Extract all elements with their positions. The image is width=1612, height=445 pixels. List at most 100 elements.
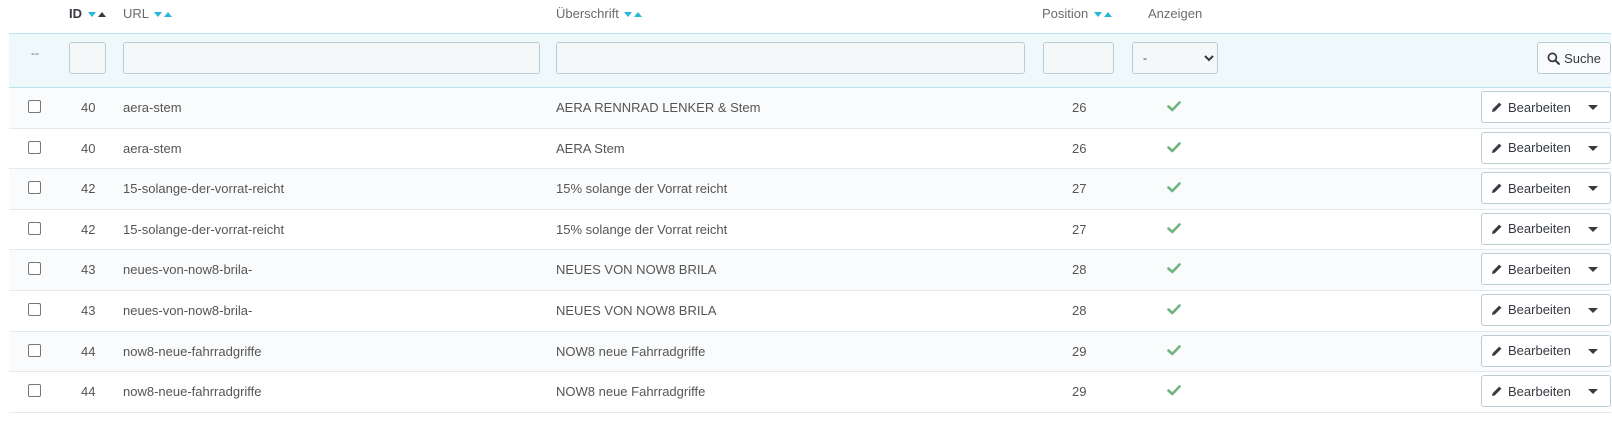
row-url: now8-neue-fahrradgriffe (123, 343, 262, 359)
row-id: 42 (81, 181, 96, 197)
row-url: neues-von-now8-brila- (123, 262, 253, 278)
row-id: 44 (81, 343, 96, 359)
chevron-down-icon[interactable] (1588, 307, 1598, 313)
edit-button[interactable]: Bearbeiten (1481, 293, 1611, 326)
row-title: NEUES VON NOW8 BRILA (556, 302, 717, 318)
table-row: 40 aera-stem AERA Stem 26 Bearbeiten (9, 129, 1611, 170)
row-url: aera-stem (123, 100, 182, 115)
filter-row: -- - Suche (9, 33, 1611, 88)
edit-button[interactable]: Bearbeiten (1481, 253, 1611, 286)
sort-desc-icon[interactable] (624, 12, 633, 18)
pencil-icon (1492, 224, 1502, 234)
row-position: 27 (1072, 221, 1087, 237)
edit-button-label: Bearbeiten (1508, 383, 1571, 399)
row-position: 26 (1072, 100, 1087, 115)
pencil-icon (1492, 264, 1502, 275)
edit-button[interactable]: Bearbeiten (1481, 172, 1611, 205)
edit-button-label: Bearbeiten (1508, 261, 1571, 277)
edit-button-label: Bearbeiten (1508, 99, 1571, 115)
chevron-down-icon[interactable] (1588, 105, 1598, 110)
column-header-url: URL (123, 6, 173, 21)
search-button[interactable]: Suche (1537, 42, 1611, 74)
row-position: 29 (1072, 343, 1087, 359)
row-title: NEUES VON NOW8 BRILA (556, 262, 717, 278)
row-checkbox[interactable] (28, 262, 41, 276)
chevron-down-icon[interactable] (1588, 348, 1598, 354)
row-checkbox[interactable] (28, 302, 41, 316)
sort-asc-icon[interactable] (1103, 12, 1112, 18)
row-url: neues-von-now8-brila- (123, 302, 253, 318)
chevron-down-icon[interactable] (1588, 389, 1598, 395)
check-icon[interactable] (1167, 383, 1181, 397)
chevron-down-icon[interactable] (1588, 145, 1598, 151)
edit-button[interactable]: Bearbeiten (1481, 91, 1611, 123)
check-icon[interactable] (1167, 221, 1181, 235)
pencil-icon (1492, 183, 1502, 194)
column-header-show: Anzeigen (1148, 6, 1202, 21)
sort-asc-icon[interactable] (634, 12, 643, 18)
table-row: 44 now8-neue-fahrradgriffe NOW8 neue Fah… (9, 331, 1611, 373)
check-icon[interactable] (1167, 302, 1181, 316)
table-row: 44 now8-neue-fahrradgriffe NOW8 neue Fah… (9, 372, 1611, 413)
sort-desc-icon[interactable] (87, 12, 96, 18)
table-header: ID URL Überschrift Position Anzeigen (9, 0, 1611, 33)
filter-show-select[interactable]: - (1132, 42, 1218, 74)
pencil-icon (1492, 386, 1502, 397)
filter-id-input[interactable] (69, 42, 106, 74)
row-title: 15% solange der Vorrat reicht (556, 221, 728, 237)
edit-button[interactable]: Bearbeiten (1481, 212, 1611, 245)
pencil-icon (1492, 346, 1502, 356)
row-id: 40 (81, 140, 96, 156)
filter-url-input[interactable] (123, 42, 540, 74)
column-header-url-label: URL (123, 6, 149, 21)
check-icon[interactable] (1167, 343, 1181, 357)
sort-desc-icon[interactable] (1093, 12, 1102, 18)
sort-asc-icon[interactable] (164, 12, 173, 18)
row-checkbox[interactable] (28, 181, 41, 195)
row-position: 28 (1072, 302, 1087, 318)
table-row: 43 neues-von-now8-brila- NEUES VON NOW8 … (9, 291, 1611, 332)
cms-table: ID URL Überschrift Position Anzeigen -- … (9, 0, 1611, 413)
edit-button[interactable]: Bearbeiten (1481, 375, 1611, 408)
edit-button[interactable]: Bearbeiten (1481, 334, 1611, 367)
chevron-down-icon[interactable] (1588, 186, 1598, 192)
row-id: 43 (81, 302, 96, 318)
check-icon[interactable] (1167, 261, 1181, 275)
row-checkbox[interactable] (28, 221, 41, 235)
row-title: AERA Stem (556, 140, 625, 156)
row-url: aera-stem (123, 140, 182, 156)
edit-button-label: Bearbeiten (1508, 302, 1571, 318)
filter-title-input[interactable] (556, 42, 1025, 74)
column-header-title-label: Überschrift (556, 6, 619, 21)
row-title: NOW8 neue Fahrradgriffe (556, 343, 706, 359)
row-checkbox[interactable] (28, 140, 41, 154)
row-checkbox[interactable] (28, 343, 41, 357)
table-row: 43 neues-von-now8-brila- NEUES VON NOW8 … (9, 250, 1611, 291)
row-position: 29 (1072, 384, 1087, 400)
search-button-label: Suche (1564, 50, 1601, 66)
sort-desc-icon[interactable] (154, 12, 163, 18)
pencil-icon (1492, 102, 1502, 112)
chevron-down-icon[interactable] (1588, 226, 1598, 232)
row-title: 15% solange der Vorrat reicht (556, 181, 728, 197)
column-header-id: ID (69, 6, 106, 21)
row-checkbox[interactable] (28, 100, 41, 113)
column-header-title: Überschrift (556, 6, 643, 21)
column-header-id-label: ID (69, 6, 82, 21)
row-id: 42 (81, 221, 96, 237)
check-icon[interactable] (1167, 99, 1181, 113)
sort-asc-icon[interactable] (97, 12, 106, 18)
row-title: AERA RENNRAD LENKER & Stem (556, 100, 761, 115)
table-row: 42 15-solange-der-vorrat-reicht 15% sola… (9, 169, 1611, 210)
edit-button[interactable]: Bearbeiten (1481, 131, 1611, 164)
search-icon (1547, 52, 1560, 65)
chevron-down-icon[interactable] (1588, 267, 1598, 273)
row-checkbox[interactable] (28, 384, 41, 398)
column-header-position-label: Position (1042, 6, 1089, 21)
check-icon[interactable] (1167, 140, 1181, 154)
table-row: 40 aera-stem AERA RENNRAD LENKER & Stem … (9, 88, 1611, 129)
row-url: 15-solange-der-vorrat-reicht (123, 181, 285, 197)
bulk-select-toggle[interactable]: -- (31, 46, 39, 60)
filter-position-input[interactable] (1043, 42, 1114, 74)
check-icon[interactable] (1167, 180, 1181, 194)
